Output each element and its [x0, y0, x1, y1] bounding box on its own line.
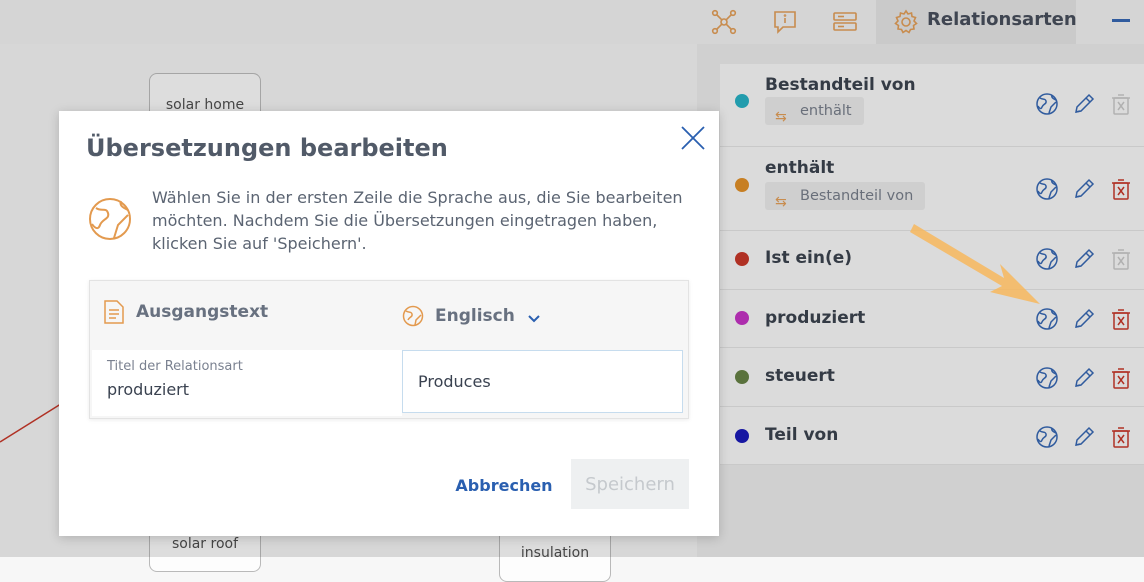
document-icon [104, 300, 124, 324]
language-dropdown[interactable]: Englisch [402, 295, 562, 335]
globe-icon [402, 305, 424, 327]
cancel-button[interactable]: Abbrechen [454, 465, 554, 505]
source-value: produziert [107, 380, 190, 399]
field-label: Titel der Relationsart [107, 359, 243, 374]
highlight-arrow-icon [910, 224, 1040, 304]
chevron-down-icon [528, 315, 540, 323]
source-text-header: Ausgangstext [136, 302, 269, 322]
translation-dialog: Übersetzungen bearbeiten Wählen Sie in d… [59, 111, 719, 536]
translation-input[interactable] [402, 350, 683, 413]
dialog-title: Übersetzungen bearbeiten [86, 134, 448, 162]
language-selected: Englisch [435, 306, 515, 326]
save-button: Speichern [571, 459, 689, 509]
translation-table: Ausgangstext Englisch Titel der Relation… [89, 280, 689, 419]
dialog-description: Wählen Sie in der ersten Zeile die Sprac… [152, 188, 683, 253]
close-icon[interactable] [679, 124, 707, 152]
translate-globe-icon [89, 198, 131, 240]
